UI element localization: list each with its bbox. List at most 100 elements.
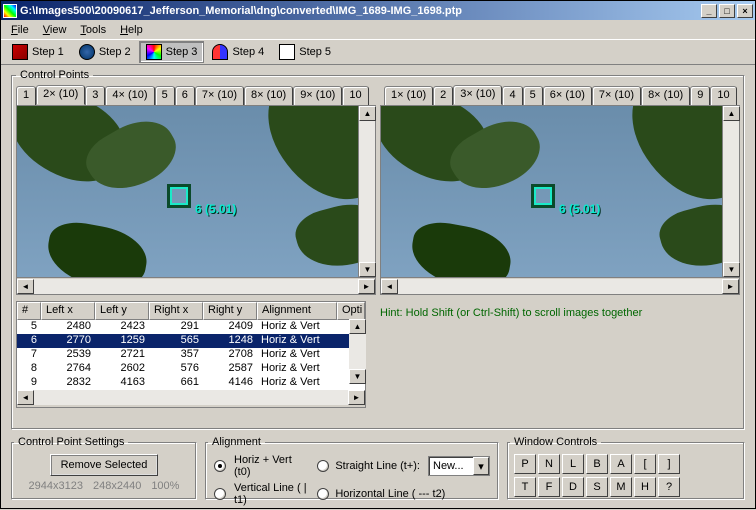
menu-view[interactable]: View <box>37 23 73 37</box>
image-tab[interactable]: 4 <box>502 86 522 106</box>
wc-button-L[interactable]: L <box>562 454 584 474</box>
col-right-x[interactable]: Right x <box>149 302 203 320</box>
wc-button-M[interactable]: M <box>610 477 632 497</box>
straight-line-combo[interactable]: New... ▾ <box>428 456 490 476</box>
image-tab[interactable]: 9 <box>690 86 710 106</box>
col-alignment[interactable]: Alignment <box>257 302 337 320</box>
control-point-marker[interactable] <box>531 184 555 208</box>
wc-button-S[interactable]: S <box>586 477 608 497</box>
curve-icon <box>212 44 228 60</box>
wc-button-A[interactable]: A <box>610 454 632 474</box>
control-point-label: 6 (5.01) <box>195 202 236 216</box>
col-left-y[interactable]: Left y <box>95 302 149 320</box>
remove-selected-button[interactable]: Remove Selected <box>50 454 159 476</box>
scroll-left-icon[interactable]: ◄ <box>17 390 34 405</box>
wc-button-N[interactable]: N <box>538 454 560 474</box>
minimize-button[interactable]: _ <box>701 4 717 18</box>
radio-straight-line-label: Straight Line (t+): <box>335 460 420 472</box>
table-row[interactable]: 6277012595651248Horiz & Vert <box>17 334 365 348</box>
globe-icon <box>79 44 95 60</box>
right-vscroll[interactable]: ▲▼ <box>722 106 739 277</box>
radio-horizontal-line[interactable] <box>317 488 329 500</box>
image-tab[interactable]: 6× (10) <box>543 86 592 106</box>
control-point-marker[interactable] <box>167 184 191 208</box>
wc-button-B[interactable]: B <box>586 454 608 474</box>
toolbar: Step 1 Step 2 Step 3 Step 4 Step 5 <box>1 39 755 65</box>
zoom-level: 100% <box>151 480 179 492</box>
scroll-down-icon[interactable]: ▼ <box>359 262 376 277</box>
menu-tools[interactable]: Tools <box>74 23 112 37</box>
table-row[interactable]: 8276426025762587Horiz & Vert <box>17 362 365 376</box>
image-tab[interactable]: 1× (10) <box>384 86 433 106</box>
scroll-left-icon[interactable]: ◄ <box>381 279 398 294</box>
left-vscroll[interactable]: ▲▼ <box>358 106 375 277</box>
image-tab[interactable]: 6 <box>175 86 195 106</box>
image-tab[interactable]: 3 <box>85 86 105 106</box>
image-tab[interactable]: 8× (10) <box>244 86 293 106</box>
scroll-up-icon[interactable]: ▲ <box>349 319 366 334</box>
radio-straight-line[interactable] <box>317 460 329 472</box>
wc-button-x[interactable]: ] <box>658 454 680 474</box>
step-3-button[interactable]: Step 3 <box>139 41 205 63</box>
image-tab[interactable]: 4× (10) <box>105 86 154 106</box>
wc-button-H[interactable]: H <box>634 477 656 497</box>
image-tab[interactable]: 5 <box>155 86 175 106</box>
col-number[interactable]: # <box>17 302 41 320</box>
scroll-down-icon[interactable]: ▼ <box>349 369 366 384</box>
left-image-view[interactable]: 6 (5.01) <box>17 106 375 277</box>
scroll-up-icon[interactable]: ▲ <box>359 106 376 121</box>
col-left-x[interactable]: Left x <box>41 302 95 320</box>
radio-horiz-vert[interactable] <box>214 460 226 472</box>
table-cell: 4146 <box>203 376 257 390</box>
image-tab[interactable]: 3× (10) <box>453 85 502 105</box>
scroll-right-icon[interactable]: ► <box>348 390 365 405</box>
wc-button-T[interactable]: T <box>514 477 536 497</box>
image-tab[interactable]: 10 <box>710 86 736 106</box>
wc-button-D[interactable]: D <box>562 477 584 497</box>
table-row[interactable]: 5248024232912409Horiz & Vert <box>17 320 365 334</box>
close-button[interactable]: × <box>737 4 753 18</box>
scroll-up-icon[interactable]: ▲ <box>723 106 740 121</box>
image-tab[interactable]: 2× (10) <box>36 85 85 105</box>
image-tab[interactable]: 7× (10) <box>195 86 244 106</box>
table-row[interactable]: 7253927213572708Horiz & Vert <box>17 348 365 362</box>
radio-vertical-line[interactable] <box>214 488 226 500</box>
wc-button-F[interactable]: F <box>538 477 560 497</box>
step-1-button[interactable]: Step 1 <box>5 41 71 63</box>
menu-help[interactable]: Help <box>114 23 149 37</box>
chevron-down-icon[interactable]: ▾ <box>473 457 489 475</box>
step-4-button[interactable]: Step 4 <box>205 41 271 63</box>
col-right-y[interactable]: Right y <box>203 302 257 320</box>
control-point-label: 6 (5.01) <box>559 202 600 216</box>
table-vscroll[interactable]: ▲▼ <box>349 319 366 384</box>
scroll-right-icon[interactable]: ► <box>722 279 739 294</box>
image-tab[interactable]: 1 <box>16 86 36 106</box>
image-tab[interactable]: 5 <box>523 86 543 106</box>
table-body: 5248024232912409Horiz & Vert627701259565… <box>17 320 365 390</box>
image-tab[interactable]: 2 <box>433 86 453 106</box>
right-image-view[interactable]: 6 (5.01) <box>381 106 739 277</box>
image-tab[interactable]: 10 <box>342 86 368 106</box>
right-hscroll[interactable]: ◄► <box>381 277 739 294</box>
maximize-button[interactable]: □ <box>719 4 735 18</box>
app-icon <box>3 4 17 18</box>
scroll-left-icon[interactable]: ◄ <box>17 279 34 294</box>
control-points-legend: Control Points <box>16 69 93 81</box>
menu-file[interactable]: File <box>5 23 35 37</box>
wc-button-?[interactable]: ? <box>658 477 680 497</box>
table-row[interactable]: 9283241636614146Horiz & Vert <box>17 376 365 390</box>
left-hscroll[interactable]: ◄► <box>17 277 375 294</box>
wc-button-P[interactable]: P <box>514 454 536 474</box>
wc-button-x[interactable]: [ <box>634 454 656 474</box>
image-tab[interactable]: 7× (10) <box>592 86 641 106</box>
image-tab[interactable]: 8× (10) <box>641 86 690 106</box>
step-2-button[interactable]: Step 2 <box>72 41 138 63</box>
table-header: # Left x Left y Right x Right y Alignmen… <box>17 302 365 320</box>
table-hscroll[interactable]: ◄► <box>17 390 365 407</box>
step-5-button[interactable]: Step 5 <box>272 41 338 63</box>
col-optimize[interactable]: Opti <box>337 302 365 320</box>
image-tab[interactable]: 9× (10) <box>293 86 342 106</box>
scroll-down-icon[interactable]: ▼ <box>723 262 740 277</box>
table-cell: 2708 <box>203 348 257 362</box>
scroll-right-icon[interactable]: ► <box>358 279 375 294</box>
